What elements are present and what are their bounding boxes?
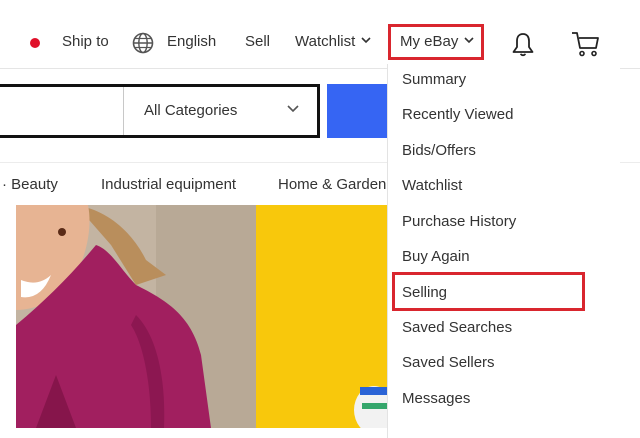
watchlist-label: Watchlist (295, 33, 356, 50)
selling-highlight (392, 272, 585, 311)
cart-icon[interactable] (571, 30, 601, 58)
nav-item-home-garden[interactable]: Home & Garden (278, 176, 386, 193)
hero-banner-yellow[interactable] (256, 205, 388, 428)
chevron-down-icon[interactable] (287, 105, 299, 113)
category-select[interactable]: All Categories (144, 102, 237, 119)
watchlist-menu[interactable]: Watchlist (295, 33, 371, 50)
bell-icon[interactable] (510, 31, 536, 57)
my-ebay-highlight (388, 24, 484, 60)
chevron-down-icon (361, 37, 371, 44)
dropdown-item-summary[interactable]: Summary (402, 71, 466, 88)
dropdown-item-messages[interactable]: Messages (402, 390, 470, 407)
sell-link[interactable]: Sell (245, 33, 270, 50)
search-button[interactable] (327, 84, 389, 138)
dropdown-item-purchase-history[interactable]: Purchase History (402, 213, 516, 230)
globe-icon[interactable] (132, 32, 154, 54)
banner-graphic (256, 205, 388, 428)
language-link[interactable]: English (167, 33, 216, 50)
dropdown-item-saved-searches[interactable]: Saved Searches (402, 319, 512, 336)
nav-item-beauty[interactable]: · Beauty (2, 176, 58, 193)
my-ebay-dropdown: Summary Recently Viewed Bids/Offers Watc… (388, 64, 620, 438)
dropdown-item-watchlist[interactable]: Watchlist (402, 177, 462, 194)
nav-item-industrial-equipment[interactable]: Industrial equipment (101, 176, 236, 193)
dropdown-item-saved-sellers[interactable]: Saved Sellers (402, 354, 495, 371)
search-bar[interactable]: All Categories (0, 84, 320, 138)
hero-banner-image[interactable] (16, 205, 256, 428)
category-divider (123, 87, 124, 135)
dropdown-item-bids-offers[interactable]: Bids/Offers (402, 142, 476, 159)
ship-to-link[interactable]: Ship to (62, 33, 109, 50)
hero-photo (16, 205, 256, 428)
dropdown-item-buy-again[interactable]: Buy Again (402, 248, 470, 265)
dropdown-item-recently-viewed[interactable]: Recently Viewed (402, 106, 513, 123)
top-bar: Ship to English Sell Watchlist My eBay (0, 0, 640, 68)
flag-icon[interactable] (24, 35, 46, 51)
